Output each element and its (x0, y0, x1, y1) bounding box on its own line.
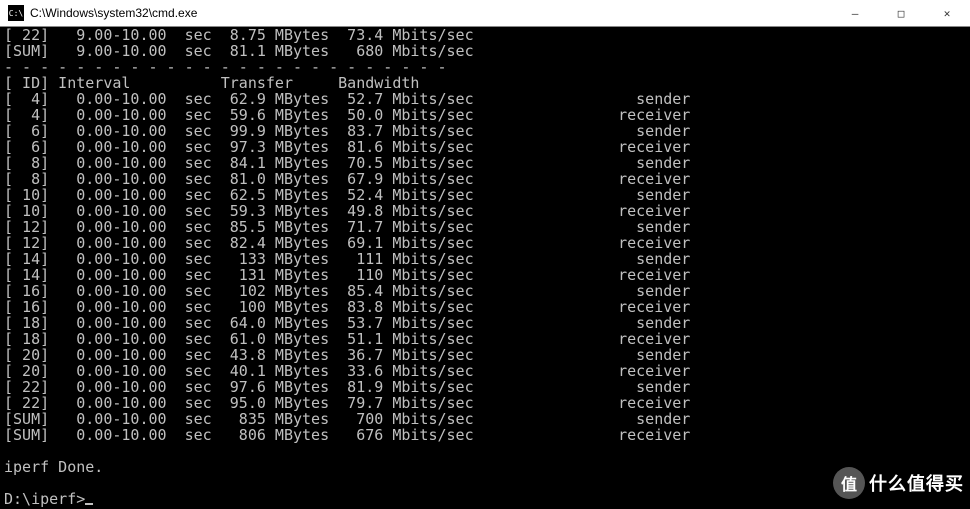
cursor-icon (85, 503, 93, 505)
minimize-button[interactable]: — (832, 0, 878, 26)
command-prompt[interactable]: D:\iperf> (4, 490, 85, 508)
watermark-badge-icon: 值 (833, 467, 865, 499)
window-controls: — □ ✕ (832, 0, 970, 26)
close-button[interactable]: ✕ (924, 0, 970, 26)
terminal-output[interactable]: [ 22] 9.00-10.00 sec 8.75 MBytes 73.4 Mb… (0, 27, 970, 509)
watermark-text: 什么值得买 (869, 470, 964, 496)
cmd-icon: C:\ (8, 5, 24, 21)
window-titlebar: C:\ C:\Windows\system32\cmd.exe — □ ✕ (0, 0, 970, 27)
maximize-button[interactable]: □ (878, 0, 924, 26)
watermark: 值 什么值得买 (833, 467, 964, 499)
window-title: C:\Windows\system32\cmd.exe (30, 6, 832, 20)
